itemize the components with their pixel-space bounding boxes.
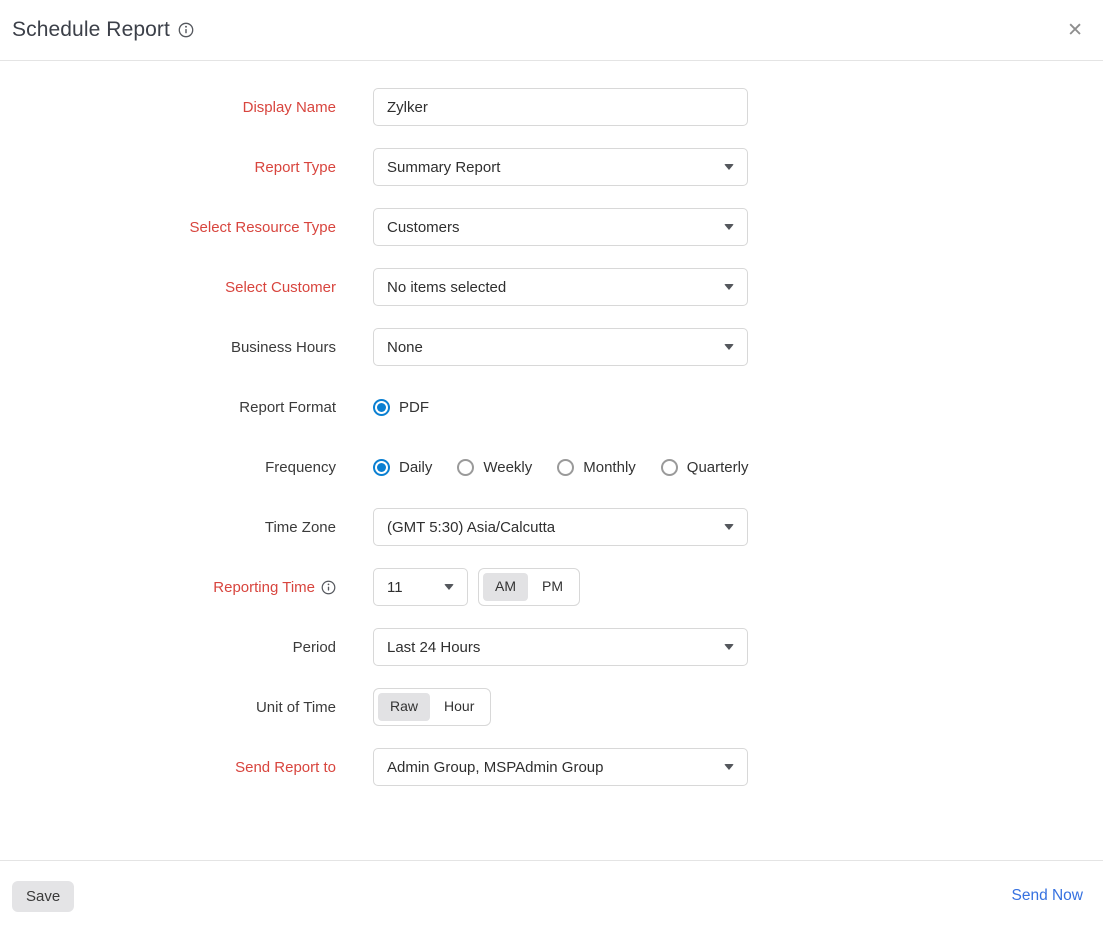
form-row-time-zone: Time Zone (GMT 5:30) Asia/Calcutta: [0, 508, 1103, 546]
display-name-input[interactable]: [373, 88, 748, 126]
meridiem-option-pm[interactable]: PM: [530, 573, 575, 601]
page-title: Schedule Report: [12, 18, 170, 42]
form-row-reporting-time: Reporting Time 11 AM PM: [0, 568, 1103, 606]
form-row-select-customer: Select Customer No items selected: [0, 268, 1103, 306]
unit-of-time-label: Unit of Time: [0, 699, 336, 716]
resource-type-value: Customers: [387, 219, 460, 236]
send-report-to-value: Admin Group, MSPAdmin Group: [387, 759, 603, 776]
form-row-display-name: Display Name: [0, 88, 1103, 126]
form-row-report-type: Report Type Summary Report: [0, 148, 1103, 186]
radio-option-label: Weekly: [483, 459, 532, 476]
period-select[interactable]: Last 24 Hours: [373, 628, 748, 666]
save-button[interactable]: Save: [12, 881, 74, 912]
radio-unselected-icon: [661, 459, 678, 476]
form-row-period: Period Last 24 Hours: [0, 628, 1103, 666]
report-format-option-pdf[interactable]: PDF: [373, 399, 429, 416]
schedule-report-form: Display Name Report Type Summary Report …: [0, 61, 1103, 786]
reporting-hour-value: 11: [387, 579, 403, 596]
frequency-option-daily[interactable]: Daily: [373, 459, 432, 476]
report-type-select[interactable]: Summary Report: [373, 148, 748, 186]
schedule-report-dialog: Schedule Report ✕ Display Name Report Ty…: [0, 0, 1103, 931]
chevron-down-icon: [444, 584, 454, 590]
unit-of-time-toggle: Raw Hour: [373, 688, 491, 726]
resource-type-select[interactable]: Customers: [373, 208, 748, 246]
time-zone-label: Time Zone: [0, 519, 336, 536]
chevron-down-icon: [724, 164, 734, 170]
frequency-label: Frequency: [0, 459, 336, 476]
time-zone-select[interactable]: (GMT 5:30) Asia/Calcutta: [373, 508, 748, 546]
dialog-header: Schedule Report ✕: [0, 0, 1103, 61]
business-hours-label: Business Hours: [0, 339, 336, 356]
dialog-footer: Save Send Now: [0, 860, 1103, 931]
form-row-frequency: Frequency Daily Weekly Monthly Quarterly: [0, 448, 1103, 486]
reporting-time-label: Reporting Time: [0, 579, 336, 596]
form-row-report-format: Report Format PDF: [0, 388, 1103, 426]
resource-type-label: Select Resource Type: [0, 219, 336, 236]
reporting-hour-select[interactable]: 11: [373, 568, 468, 606]
frequency-option-quarterly[interactable]: Quarterly: [661, 459, 749, 476]
report-format-label: Report Format: [0, 399, 336, 416]
unit-option-raw[interactable]: Raw: [378, 693, 430, 721]
info-icon[interactable]: [321, 580, 336, 595]
radio-selected-icon: [373, 459, 390, 476]
chevron-down-icon: [724, 344, 734, 350]
reporting-time-label-text: Reporting Time: [213, 579, 315, 596]
time-zone-value: (GMT 5:30) Asia/Calcutta: [387, 519, 555, 536]
radio-selected-icon: [373, 399, 390, 416]
select-customer-select[interactable]: No items selected: [373, 268, 748, 306]
radio-option-label: Monthly: [583, 459, 636, 476]
meridiem-toggle: AM PM: [478, 568, 580, 606]
send-report-to-label: Send Report to: [0, 759, 336, 776]
chevron-down-icon: [724, 644, 734, 650]
send-now-link[interactable]: Send Now: [1011, 887, 1083, 905]
business-hours-select[interactable]: None: [373, 328, 748, 366]
chevron-down-icon: [724, 224, 734, 230]
chevron-down-icon: [724, 284, 734, 290]
radio-option-label: Quarterly: [687, 459, 749, 476]
frequency-option-monthly[interactable]: Monthly: [557, 459, 636, 476]
chevron-down-icon: [724, 764, 734, 770]
select-customer-label: Select Customer: [0, 279, 336, 296]
unit-option-hour[interactable]: Hour: [432, 693, 486, 721]
form-row-resource-type: Select Resource Type Customers: [0, 208, 1103, 246]
display-name-label: Display Name: [0, 99, 336, 116]
radio-option-label: PDF: [399, 399, 429, 416]
radio-unselected-icon: [457, 459, 474, 476]
chevron-down-icon: [724, 524, 734, 530]
info-icon[interactable]: [178, 22, 194, 38]
report-type-label: Report Type: [0, 159, 336, 176]
frequency-option-weekly[interactable]: Weekly: [457, 459, 532, 476]
form-row-send-report-to: Send Report to Admin Group, MSPAdmin Gro…: [0, 748, 1103, 786]
form-row-unit-of-time: Unit of Time Raw Hour: [0, 688, 1103, 726]
radio-unselected-icon: [557, 459, 574, 476]
period-value: Last 24 Hours: [387, 639, 480, 656]
period-label: Period: [0, 639, 336, 656]
report-type-value: Summary Report: [387, 159, 500, 176]
meridiem-option-am[interactable]: AM: [483, 573, 528, 601]
form-row-business-hours: Business Hours None: [0, 328, 1103, 366]
close-icon[interactable]: ✕: [1063, 17, 1087, 44]
select-customer-value: No items selected: [387, 279, 506, 296]
business-hours-value: None: [387, 339, 423, 356]
send-report-to-select[interactable]: Admin Group, MSPAdmin Group: [373, 748, 748, 786]
radio-option-label: Daily: [399, 459, 432, 476]
